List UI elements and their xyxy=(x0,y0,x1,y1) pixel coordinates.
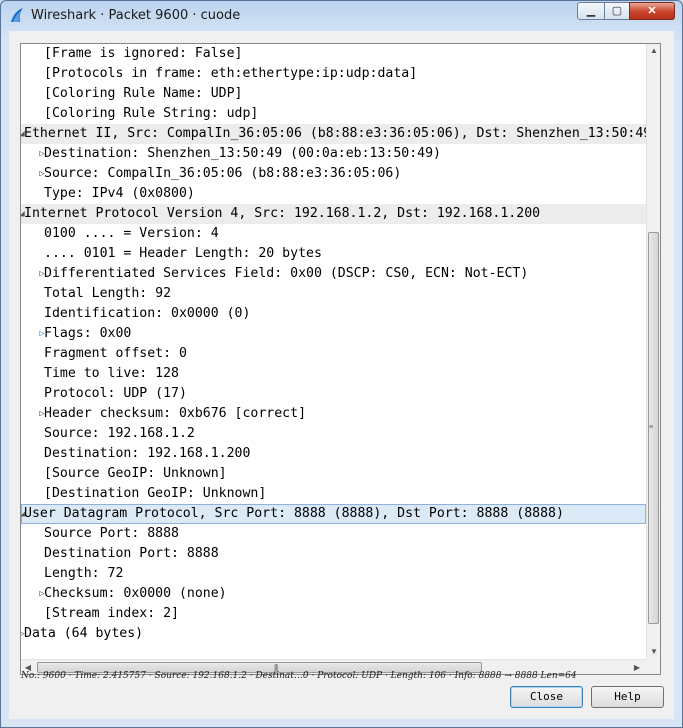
tree-row-label: Source: 192.168.1.2 xyxy=(44,426,195,441)
tree-row[interactable]: .... 0101 = Header Length: 20 bytes xyxy=(21,244,646,264)
tree-row-label: Type: IPv4 (0x0800) xyxy=(44,186,195,201)
tree-row[interactable]: ▷ Differentiated Services Field: 0x00 (DS… xyxy=(21,264,646,284)
tree-row-label: Differentiated Services Field: 0x00 (DSC… xyxy=(44,266,529,281)
tree-row-label: [Source GeoIP: Unknown] xyxy=(44,466,227,481)
title-bar[interactable]: Wireshark · Packet 9600 · cuode ▁ ▢ ✕ xyxy=(1,1,682,31)
scroll-up-icon[interactable]: ▲ xyxy=(647,44,660,58)
minimize-icon: ▁ xyxy=(586,5,596,17)
tree-row-label: [Coloring Rule String: udp] xyxy=(44,106,259,121)
tree-row[interactable]: [Destination GeoIP: Unknown] xyxy=(21,484,646,504)
tree-row-label: Internet Protocol Version 4, Src: 192.16… xyxy=(24,206,541,221)
tree-row-label: [Destination GeoIP: Unknown] xyxy=(44,486,267,501)
tree-row[interactable]: Fragment offset: 0 xyxy=(21,344,646,364)
dialog-client-area: [Frame is ignored: False] [Protocols in f… xyxy=(9,31,674,719)
tree-row[interactable]: ▷ Checksum: 0x0000 (none) xyxy=(21,584,646,604)
packet-summary-status: No.: 9600 · Time: 2.415757 · Source: 192… xyxy=(21,671,577,681)
help-button[interactable]: Help xyxy=(591,686,664,708)
tree-row[interactable]: [Coloring Rule Name: UDP] xyxy=(21,84,646,104)
tree-row-label: Time to live: 128 xyxy=(44,366,179,381)
tree-row-label: Ethernet II, Src: CompalIn_36:05:06 (b8:… xyxy=(24,126,646,141)
tree-row-label: Destination: Shenzhen_13:50:49 (00:0a:eb… xyxy=(44,146,441,161)
tree-row[interactable]: ▷ Source: CompalIn_36:05:06 (b8:88:e3:36:… xyxy=(21,164,646,184)
minimize-button[interactable]: ▁ xyxy=(577,2,605,20)
tree-row[interactable]: [Frame is ignored: False] xyxy=(21,44,646,64)
tree-row[interactable]: Length: 72 xyxy=(21,564,646,584)
tree-row[interactable]: [Protocols in frame: eth:ethertype:ip:ud… xyxy=(21,64,646,84)
tree-row[interactable]: Destination: 192.168.1.200 xyxy=(21,444,646,464)
tree-row[interactable]: Time to live: 128 xyxy=(21,364,646,384)
window-title: Wireshark · Packet 9600 · cuode xyxy=(31,8,241,23)
tree-row[interactable]: 0100 .... = Version: 4 xyxy=(21,224,646,244)
tree-row-label: Destination: 192.168.1.200 xyxy=(44,446,251,461)
tree-row-label: User Datagram Protocol, Src Port: 8888 (… xyxy=(24,506,564,521)
tree-row[interactable]: ▷ Flags: 0x00 xyxy=(21,324,646,344)
tree-row[interactable]: [Source GeoIP: Unknown] xyxy=(21,464,646,484)
tree-row-label: [Protocols in frame: eth:ethertype:ip:ud… xyxy=(44,66,418,81)
tree-row-label: Header checksum: 0xb676 [correct] xyxy=(44,406,307,421)
packet-details-tree[interactable]: [Frame is ignored: False] [Protocols in f… xyxy=(20,43,661,675)
window-close-button[interactable]: ✕ xyxy=(629,2,675,20)
tree-row[interactable]: [Stream index: 2] xyxy=(21,604,646,624)
tree-protocol-row[interactable]: ◢Internet Protocol Version 4, Src: 192.1… xyxy=(21,204,646,224)
tree-row-label: Data (64 bytes) xyxy=(24,626,144,641)
tree-row-label: Protocol: UDP (17) xyxy=(44,386,187,401)
tree-row[interactable]: Destination Port: 8888 xyxy=(21,544,646,564)
tree-protocol-row[interactable]: ◢Ethernet II, Src: CompalIn_36:05:06 (b8… xyxy=(21,124,646,144)
tree-row-label: [Frame is ignored: False] xyxy=(44,46,243,61)
tree-row-label: Identification: 0x0000 (0) xyxy=(44,306,251,321)
tree-row-label: [Coloring Rule Name: UDP] xyxy=(44,86,243,101)
wireshark-fin-icon xyxy=(11,8,23,22)
maximize-icon: ▢ xyxy=(611,5,623,17)
tree-protocol-row[interactable]: ▷Data (64 bytes) xyxy=(21,624,646,644)
maximize-button[interactable]: ▢ xyxy=(604,2,630,20)
tree-row-label: .... 0101 = Header Length: 20 bytes xyxy=(44,246,322,261)
tree-row[interactable]: Identification: 0x0000 (0) xyxy=(21,304,646,324)
scroll-down-icon[interactable]: ▼ xyxy=(647,645,660,659)
tree-row[interactable]: Source Port: 8888 xyxy=(21,524,646,544)
tree-row-label: Length: 72 xyxy=(44,566,124,581)
tree-row-label: 0100 .... = Version: 4 xyxy=(44,226,219,241)
tree-row-label: Source: CompalIn_36:05:06 (b8:88:e3:36:0… xyxy=(44,166,402,181)
tree-row[interactable]: Type: IPv4 (0x0800) xyxy=(21,184,646,204)
tree-row-label: Flags: 0x00 xyxy=(44,326,132,341)
tree-row[interactable]: ▷ Destination: Shenzhen_13:50:49 (00:0a:e… xyxy=(21,144,646,164)
tree-row[interactable]: Total Length: 92 xyxy=(21,284,646,304)
tree-row-label: Total Length: 92 xyxy=(44,286,172,301)
tree-protocol-row[interactable]: ◢User Datagram Protocol, Src Port: 8888 … xyxy=(21,504,646,524)
close-button[interactable]: Close xyxy=(510,686,583,708)
tree-row[interactable]: ▷ Header checksum: 0xb676 [correct] xyxy=(21,404,646,424)
tree-row[interactable]: Source: 192.168.1.2 xyxy=(21,424,646,444)
tree-row[interactable]: [Coloring Rule String: udp] xyxy=(21,104,646,124)
tree-rows: [Frame is ignored: False] [Protocols in f… xyxy=(21,44,646,659)
tree-row-label: Destination Port: 8888 xyxy=(44,546,219,561)
tree-row[interactable]: Protocol: UDP (17) xyxy=(21,384,646,404)
close-icon: ✕ xyxy=(647,5,657,17)
vertical-grip-icon: ≡ xyxy=(649,424,654,431)
tree-row-label: [Stream index: 2] xyxy=(44,606,179,621)
packet-window: Wireshark · Packet 9600 · cuode ▁ ▢ ✕ [F… xyxy=(0,0,683,728)
tree-row-label: Fragment offset: 0 xyxy=(44,346,187,361)
vertical-scrollbar[interactable]: ▲ ≡ ▼ xyxy=(646,44,660,659)
tree-row-label: Checksum: 0x0000 (none) xyxy=(44,586,227,601)
tree-row-label: Source Port: 8888 xyxy=(44,526,179,541)
